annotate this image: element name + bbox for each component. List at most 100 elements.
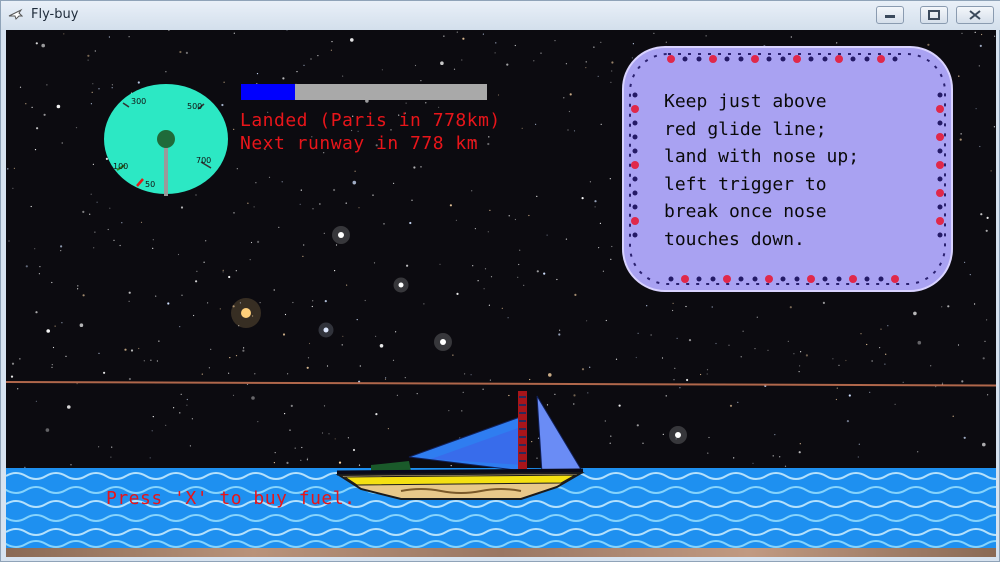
border-ornament	[877, 55, 885, 63]
star	[284, 413, 286, 415]
star	[518, 263, 520, 266]
gauge-hub	[157, 130, 175, 148]
star	[609, 442, 611, 444]
star	[609, 178, 611, 180]
star	[189, 445, 191, 447]
star	[303, 64, 305, 66]
star	[672, 309, 674, 312]
star	[124, 348, 127, 351]
star	[958, 75, 960, 77]
star	[34, 248, 36, 250]
star	[205, 240, 207, 242]
border-ornament	[751, 55, 759, 63]
star	[286, 461, 289, 464]
star	[77, 288, 79, 290]
border-ornament	[738, 276, 744, 282]
star	[565, 238, 568, 240]
star	[798, 371, 800, 373]
wave-line	[6, 540, 996, 548]
star	[77, 285, 79, 287]
star	[514, 44, 516, 47]
star	[19, 358, 21, 360]
star	[119, 244, 121, 247]
star	[740, 356, 742, 358]
instruction-line: break once nose	[664, 201, 827, 222]
star	[879, 347, 881, 349]
border-ornament	[878, 276, 884, 282]
star	[506, 63, 509, 66]
star	[219, 308, 221, 310]
star	[358, 207, 360, 209]
star	[292, 301, 294, 304]
star	[688, 339, 692, 342]
star	[92, 163, 94, 165]
star	[978, 65, 980, 67]
star	[103, 371, 106, 374]
star	[594, 200, 597, 203]
star	[256, 73, 259, 75]
star	[111, 446, 113, 448]
border-ornament	[937, 148, 943, 154]
instruction-line: Keep just above	[664, 91, 827, 112]
border-ornament	[937, 120, 943, 126]
star	[985, 229, 988, 232]
star	[573, 130, 576, 132]
star	[51, 366, 53, 368]
title-bar[interactable]: Fly-buy	[1, 1, 1000, 30]
star	[982, 357, 985, 360]
maximize-button[interactable]	[920, 6, 948, 24]
game-canvas[interactable]: 300 500 700 100 50 Landed (Paris in 778k…	[6, 30, 996, 557]
star	[207, 302, 209, 304]
star	[208, 367, 210, 369]
gauge-tick-100: 100	[113, 162, 128, 171]
star	[636, 424, 639, 427]
star	[331, 41, 333, 43]
star	[384, 378, 387, 380]
star	[494, 52, 496, 54]
star	[268, 176, 271, 178]
star	[449, 204, 452, 207]
border-ornament	[936, 133, 944, 141]
star	[482, 33, 484, 35]
star	[35, 311, 38, 314]
star	[487, 231, 489, 233]
star	[36, 127, 39, 130]
star	[594, 206, 596, 208]
star	[98, 88, 100, 90]
star	[51, 364, 53, 366]
star	[756, 316, 758, 318]
border-ornament	[936, 161, 944, 169]
fuel-bar	[241, 84, 487, 100]
star	[306, 459, 308, 461]
star	[406, 264, 409, 267]
star	[585, 61, 587, 63]
star	[193, 314, 195, 317]
star	[56, 104, 61, 109]
star	[54, 325, 56, 327]
star	[711, 306, 713, 308]
star	[251, 396, 255, 400]
star	[128, 36, 130, 38]
airplane-icon	[7, 7, 24, 23]
star	[233, 32, 235, 34]
star	[569, 93, 572, 96]
star	[249, 259, 251, 261]
star	[151, 430, 153, 432]
star	[959, 138, 962, 141]
star	[894, 403, 896, 405]
minimize-button[interactable]	[876, 6, 904, 24]
bright-star	[398, 282, 404, 288]
star	[109, 207, 111, 209]
star	[754, 348, 756, 350]
star	[521, 127, 523, 129]
star	[326, 365, 329, 367]
star	[300, 189, 302, 191]
star	[611, 70, 613, 72]
boat-main-sail	[536, 395, 583, 474]
star	[787, 340, 789, 342]
star	[149, 457, 151, 459]
star	[605, 319, 607, 322]
close-button[interactable]	[956, 6, 994, 24]
border-ornament	[632, 190, 638, 196]
star	[536, 195, 538, 197]
